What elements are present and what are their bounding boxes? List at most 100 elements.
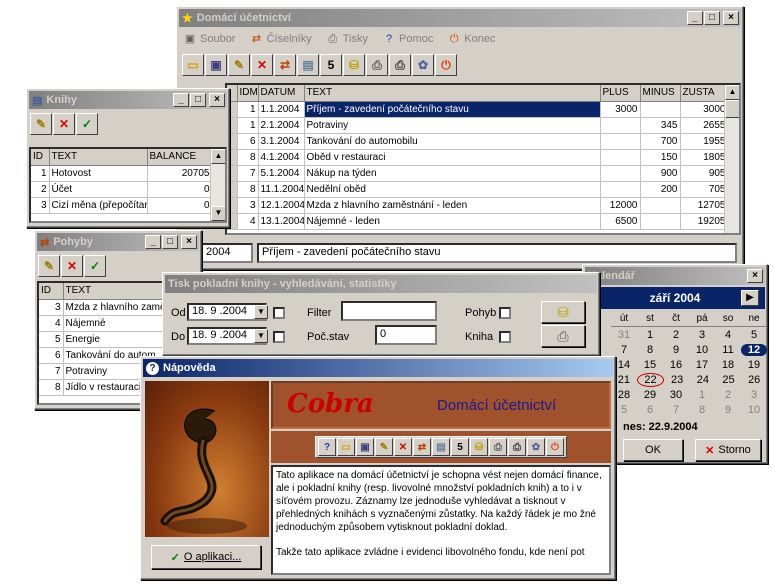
book-icon[interactable]: ▤ (297, 54, 319, 76)
day-cell[interactable]: 2 (663, 329, 689, 341)
col-zustatek[interactable]: ZUSTA (680, 85, 729, 102)
menu-soubor[interactable]: ▣ Soubor (183, 32, 236, 46)
col-text[interactable]: TEXT (304, 85, 601, 102)
table-row[interactable]: 2 Účet 0 (31, 181, 213, 198)
day-cell[interactable]: 1 (637, 329, 663, 341)
knihy-title-bar[interactable]: ▤ Knihy _ □ × (29, 91, 227, 109)
day-cell[interactable]: 23 (664, 374, 690, 386)
database-icon[interactable]: ⛁ (343, 54, 365, 76)
menu-pomoc[interactable]: ? Pomoc (382, 32, 433, 46)
day-cell[interactable]: 9 (715, 404, 741, 416)
new-record-icon[interactable]: ✎ (38, 255, 60, 277)
day-cell[interactable]: 6 (637, 404, 663, 416)
calendar-icon[interactable]: 5 (451, 438, 469, 456)
day-cell[interactable]: 16 (663, 359, 689, 371)
settings-icon[interactable]: ✿ (527, 438, 545, 456)
day-cell[interactable]: 4 (715, 329, 741, 341)
filter-input[interactable] (341, 301, 437, 321)
kalendar-title-bar[interactable]: Kalendář × (585, 267, 765, 285)
database-icon[interactable]: ⛁ (470, 438, 488, 456)
print-button[interactable]: ⎙ (541, 325, 585, 347)
new-record-icon[interactable]: ✎ (228, 54, 250, 76)
pocstav-input[interactable]: 0 (375, 325, 437, 345)
arrows-icon[interactable]: ⇄ (274, 54, 296, 76)
ok-button[interactable]: OK (623, 439, 683, 461)
close-button[interactable]: × (723, 11, 739, 25)
day-cell[interactable]: 12 (741, 343, 767, 356)
day-cell[interactable]: 9 (663, 344, 689, 356)
storno-button[interactable]: ✕ Storno (695, 439, 761, 461)
day-cell[interactable]: 22 (636, 372, 665, 387)
exit-icon[interactable]: ⏻ (435, 54, 457, 76)
day-cell[interactable]: 2 (715, 389, 741, 401)
today-label[interactable]: nes: 22.9.2004 (623, 421, 698, 433)
menu-tisky[interactable]: ⎙ Tisky (326, 32, 368, 46)
day-cell[interactable]: 18 (715, 359, 741, 371)
day-cell[interactable]: 11 (715, 344, 741, 356)
delete-icon[interactable]: ✕ (394, 438, 412, 456)
col-id[interactable]: ID (39, 283, 64, 300)
table-row[interactable]: 8 4.1.2004 Oběd v restauraci 150 1805 (227, 149, 729, 166)
table-row[interactable]: 8 11.1.2004 Nedělní oběd 200 705 (227, 181, 729, 198)
table-row[interactable]: 4 13.1.2004 Nájemné - leden 6500 19205 (227, 213, 729, 230)
printer-icon[interactable]: ⎙ (366, 54, 388, 76)
records-scrollbar[interactable]: ▲ (724, 85, 739, 233)
open-folder-icon[interactable]: ▭ (337, 438, 355, 456)
detail-date-field[interactable]: 2004 (201, 243, 253, 263)
pohyb-checkbox[interactable] (499, 307, 511, 319)
scroll-down-icon[interactable]: ▼ (211, 206, 225, 221)
day-cell[interactable]: 10 (741, 404, 767, 416)
database-search-button[interactable]: ⛁ (541, 301, 585, 323)
close-button[interactable]: × (209, 93, 225, 107)
day-cell[interactable]: 1 (689, 389, 715, 401)
confirm-icon[interactable]: ✓ (76, 113, 98, 135)
help-icon[interactable]: ? (318, 438, 336, 456)
napoveda-title-bar[interactable]: ? Nápověda (143, 359, 613, 377)
open-folder-icon[interactable]: ▭ (182, 54, 204, 76)
menu-konec[interactable]: ⏻ Konec (447, 32, 496, 46)
day-cell[interactable]: 30 (663, 389, 689, 401)
day-cell[interactable]: 29 (637, 389, 663, 401)
confirm-icon[interactable]: ✓ (84, 255, 106, 277)
col-id[interactable]: ID (31, 149, 50, 166)
close-button[interactable]: × (181, 235, 197, 249)
print-preview-icon[interactable]: ⎙ (508, 438, 526, 456)
day-cell[interactable]: 3 (689, 329, 715, 341)
book-icon[interactable]: ▤ (432, 438, 450, 456)
new-record-icon[interactable]: ✎ (375, 438, 393, 456)
help-text-area[interactable]: Tato aplikace na domácí účetnictví je sc… (271, 465, 611, 575)
table-row[interactable]: 3 12.1.2004 Mzda z hlavního zaměstnání - l… (227, 197, 729, 214)
delete-icon[interactable]: ✕ (53, 113, 75, 135)
day-cell[interactable]: 24 (690, 374, 716, 386)
scroll-up-icon[interactable]: ▲ (211, 149, 225, 164)
day-cell[interactable]: 19 (741, 359, 767, 371)
day-cell[interactable]: 17 (689, 359, 715, 371)
maximize-button[interactable]: □ (190, 93, 206, 107)
day-cell[interactable]: 26 (741, 374, 767, 386)
table-row[interactable]: 1 1.1.2004 Příjem - zavedení počátečního s… (227, 101, 729, 118)
save-icon[interactable]: ▣ (356, 438, 374, 456)
print-preview-icon[interactable]: ⎙ (389, 54, 411, 76)
day-cell[interactable]: 7 (611, 344, 637, 356)
calendar-icon[interactable]: 5 (320, 54, 342, 76)
day-cell[interactable]: 7 (663, 404, 689, 416)
col-text[interactable]: TEXT (49, 149, 148, 166)
minimize-button[interactable]: _ (173, 93, 189, 107)
od-checkbox[interactable] (273, 307, 285, 319)
minimize-button[interactable]: _ (145, 235, 161, 249)
exit-icon[interactable]: ⏻ (546, 438, 564, 456)
scroll-thumb[interactable] (725, 100, 739, 118)
od-dropdown-icon[interactable]: ▼ (254, 305, 268, 319)
day-cell[interactable]: 3 (741, 389, 767, 401)
day-cell[interactable]: 8 (637, 344, 663, 356)
main-title-bar[interactable]: ★ Domácí účetnictví _ □ × (179, 9, 741, 27)
table-row[interactable]: 7 5.1.2004 Nákup na týden 900 905 (227, 165, 729, 182)
about-button[interactable]: ✓ O aplikaci... (151, 545, 261, 569)
day-cell[interactable]: 25 (716, 374, 742, 386)
table-row[interactable]: 1 Hotovost 20705 (31, 165, 213, 182)
new-record-icon[interactable]: ✎ (30, 113, 52, 135)
save-icon[interactable]: ▣ (205, 54, 227, 76)
menu-ciselniky[interactable]: ⇄ Číselníky (249, 32, 312, 46)
delete-icon[interactable]: ✕ (61, 255, 83, 277)
day-cell[interactable]: 15 (637, 359, 663, 371)
